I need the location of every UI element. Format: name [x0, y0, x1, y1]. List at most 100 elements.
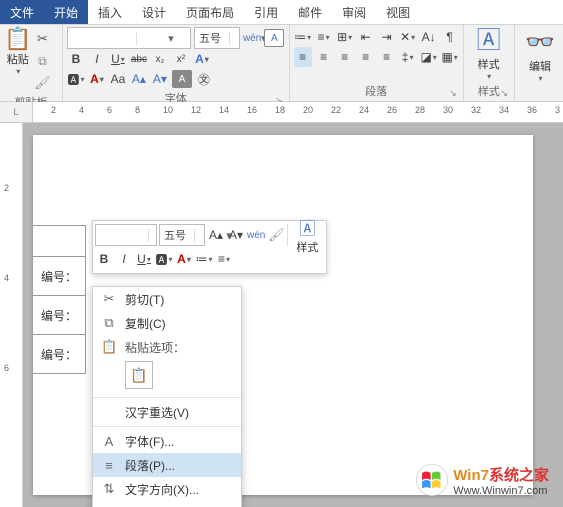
- group-editing: 👓 编辑 ▾: [515, 25, 563, 101]
- ctx-paragraph[interactable]: ≡段落(P)...: [93, 453, 241, 477]
- ctx-hanzi-reselect[interactable]: 汉字重选(V): [93, 400, 241, 424]
- font-icon: A: [101, 434, 117, 449]
- text-direction-icon: ⇅: [101, 481, 117, 497]
- mini-bold-button[interactable]: B: [95, 249, 113, 269]
- table-cell[interactable]: 编号：: [33, 256, 86, 296]
- borders-button[interactable]: ▦▾: [441, 47, 459, 67]
- mini-highlight-button[interactable]: 🅰▾: [155, 249, 173, 269]
- tab-view[interactable]: 视图: [376, 0, 420, 24]
- tab-home[interactable]: 开始: [44, 0, 88, 24]
- group-label-paragraph: 段落↘: [294, 82, 459, 101]
- align-justify-button[interactable]: ≡: [357, 47, 375, 67]
- mini-format-painter-button[interactable]: 🖌: [267, 225, 285, 245]
- mini-grow-font-button[interactable]: A▴: [207, 225, 225, 245]
- paragraph-icon: ≡: [101, 458, 117, 473]
- tab-mail[interactable]: 邮件: [288, 0, 332, 24]
- styles-button[interactable]: 🄰 样式 ▾: [468, 27, 510, 82]
- vertical-ruler: 246: [0, 123, 23, 507]
- tab-file[interactable]: 文件: [0, 0, 44, 24]
- styles-icon: 🄰: [477, 28, 501, 54]
- show-marks-button[interactable]: ¶: [441, 27, 459, 47]
- launcher-icon[interactable]: ↘: [449, 88, 457, 99]
- copy-button[interactable]: ⧉: [33, 51, 51, 71]
- group-styles: 🄰 样式 ▾ 样式↘: [464, 25, 515, 101]
- align-right-button[interactable]: ≡: [336, 47, 354, 67]
- clipboard-icon: 📋: [101, 339, 117, 355]
- subscript-button[interactable]: x₂: [151, 49, 169, 69]
- paste-button[interactable]: 📋 粘贴 ▾: [4, 27, 31, 93]
- asian-layout-button[interactable]: ✕▾: [399, 27, 417, 47]
- context-menu: ✂剪切(T) ⧉复制(C) 📋粘贴选项： 📋 汉字重选(V) A字体(F)...…: [92, 286, 242, 507]
- find-button[interactable]: 👓 编辑 ▾: [519, 27, 561, 85]
- binoculars-icon: 👓: [525, 30, 555, 56]
- bullets-button[interactable]: ≔▾: [294, 27, 312, 47]
- watermark: Win7系统之家 Www.Winwin7.com: [415, 463, 549, 497]
- mini-underline-button[interactable]: U▾: [135, 249, 153, 269]
- numbering-button[interactable]: ≡▾: [315, 27, 333, 47]
- mini-italic-button[interactable]: I: [115, 249, 133, 269]
- tab-review[interactable]: 审阅: [332, 0, 376, 24]
- multilevel-button[interactable]: ⊞▾: [336, 27, 354, 47]
- mini-styles-button[interactable]: 🄰 样式: [290, 215, 324, 255]
- bold-button[interactable]: B: [67, 49, 85, 69]
- strikethrough-button[interactable]: abc: [130, 49, 148, 69]
- ctx-insert-symbol[interactable]: 插入符号(S): [93, 501, 241, 507]
- windows-icon: [415, 463, 449, 497]
- paste-option-keep-text[interactable]: 📋: [125, 361, 153, 389]
- text-effects-button[interactable]: A▾: [193, 49, 211, 69]
- mini-numbering-button[interactable]: ≡▾: [215, 249, 233, 269]
- change-case-button[interactable]: Aa: [109, 69, 127, 89]
- tab-selector[interactable]: L: [0, 102, 33, 122]
- ribbon: 📋 粘贴 ▾ ✂ ⧉ 🖌 剪贴板↘ ▾ 五号▾ wén A B: [0, 25, 563, 102]
- mini-font-color-button[interactable]: A▾: [175, 249, 193, 269]
- underline-button[interactable]: U▾: [109, 49, 127, 69]
- phonetic-guide-button[interactable]: wén: [243, 28, 261, 48]
- ctx-paste-options-label: 📋粘贴选项：: [93, 335, 241, 359]
- ctx-font[interactable]: A字体(F)...: [93, 429, 241, 453]
- superscript-button[interactable]: x²: [172, 49, 190, 69]
- font-color-button[interactable]: A▾: [88, 69, 106, 89]
- table-cell[interactable]: 编号：: [33, 295, 86, 335]
- ctx-cut[interactable]: ✂剪切(T): [93, 287, 241, 311]
- grow-font-button[interactable]: A▴: [130, 69, 148, 89]
- cut-button[interactable]: ✂: [33, 29, 51, 49]
- tab-insert[interactable]: 插入: [88, 0, 132, 24]
- tab-references[interactable]: 引用: [244, 0, 288, 24]
- mini-phonetic-button[interactable]: wén: [247, 225, 265, 245]
- format-painter-button[interactable]: 🖌: [33, 73, 51, 93]
- align-left-button[interactable]: ≡: [294, 47, 312, 67]
- char-shading-button[interactable]: A: [172, 70, 192, 88]
- mini-bullets-button[interactable]: ≔▾: [195, 249, 213, 269]
- tab-design[interactable]: 设计: [132, 0, 176, 24]
- group-label-styles: 样式↘: [468, 82, 510, 101]
- mini-toolbar: ▾ 五号▾ A▴ A▾ wén 🖌 🄰 样式 B I U▾ 🅰▾ A▾ ≔▾ ≡…: [92, 220, 327, 274]
- ctx-copy[interactable]: ⧉复制(C): [93, 311, 241, 335]
- decrease-indent-button[interactable]: ⇤: [357, 27, 375, 47]
- font-size-combo[interactable]: 五号▾: [194, 27, 240, 49]
- increase-indent-button[interactable]: ⇥: [378, 27, 396, 47]
- shrink-font-button[interactable]: A▾: [151, 69, 169, 89]
- ctx-text-direction[interactable]: ⇅文字方向(X)...: [93, 477, 241, 501]
- mini-font-name-combo[interactable]: ▾: [95, 224, 157, 246]
- table-cell[interactable]: [33, 225, 86, 257]
- enclose-char-button[interactable]: ㉆: [195, 69, 213, 89]
- highlight-button[interactable]: 🅰▾: [67, 69, 85, 89]
- italic-button[interactable]: I: [88, 49, 106, 69]
- mini-shrink-font-button[interactable]: A▾: [227, 225, 245, 245]
- align-distribute-button[interactable]: ≡: [378, 47, 396, 67]
- scissors-icon: ✂: [101, 291, 117, 307]
- line-spacing-button[interactable]: ‡▾: [399, 47, 417, 67]
- launcher-icon[interactable]: ↘: [500, 88, 508, 99]
- copy-icon: ⧉: [101, 315, 117, 331]
- char-border-button[interactable]: A: [264, 29, 284, 47]
- shading-button[interactable]: ◪▾: [420, 47, 438, 67]
- group-paragraph: ≔▾ ≡▾ ⊞▾ ⇤ ⇥ ✕▾ A↓ ¶ ≡ ≡ ≡ ≡ ≡ ‡▾ ◪▾ ▦▾ …: [290, 25, 464, 101]
- sort-button[interactable]: A↓: [420, 27, 438, 47]
- table-cell[interactable]: 编号：: [33, 334, 86, 374]
- tab-page-layout[interactable]: 页面布局: [176, 0, 244, 24]
- chevron-down-icon: ▾: [16, 67, 20, 76]
- font-name-combo[interactable]: ▾: [67, 27, 191, 49]
- align-center-button[interactable]: ≡: [315, 47, 333, 67]
- clipboard-icon: 📋: [4, 27, 31, 51]
- mini-font-size-combo[interactable]: 五号▾: [159, 224, 205, 246]
